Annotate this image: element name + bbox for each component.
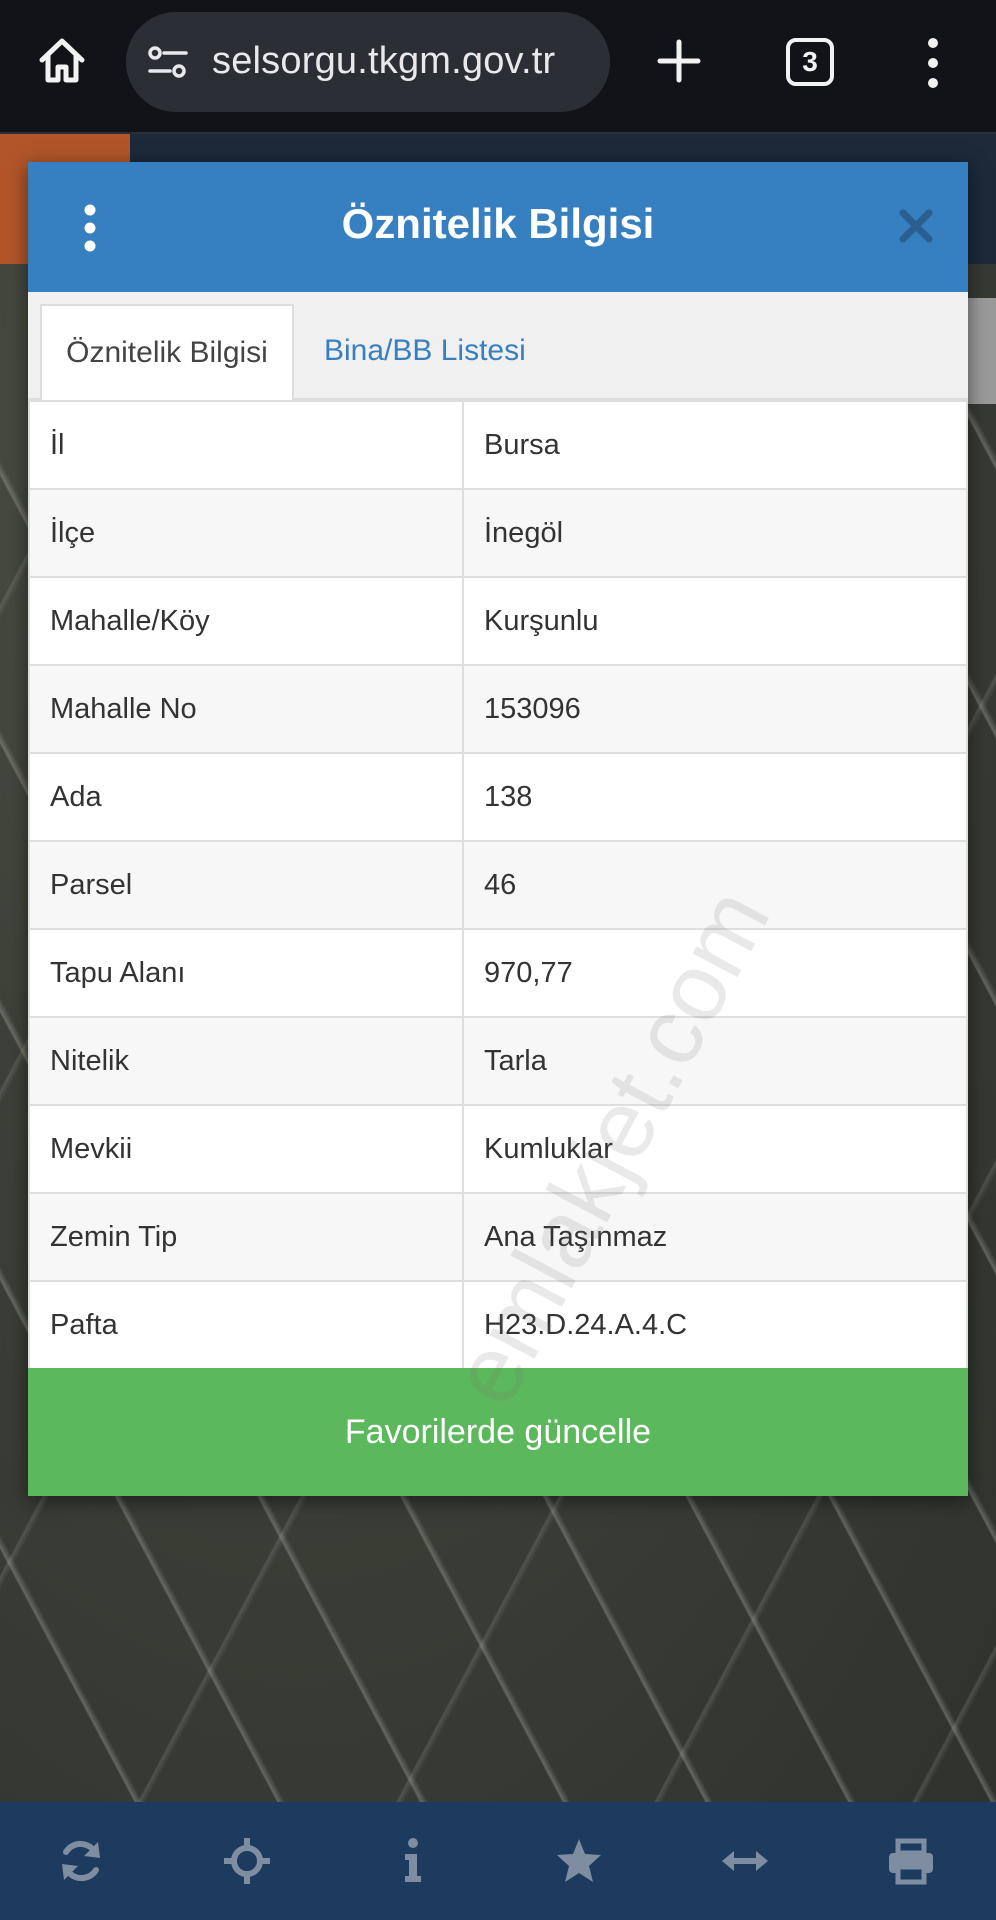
row-value: Tarla xyxy=(462,1016,968,1106)
row-key: Pafta xyxy=(28,1280,464,1370)
table-row: Parsel 46 xyxy=(28,840,968,930)
measure-icon[interactable] xyxy=(720,1836,770,1886)
table-row: Pafta H23.D.24.A.4.C xyxy=(28,1280,968,1370)
row-key: İl xyxy=(28,400,464,490)
table-row: İlçe İnegöl xyxy=(28,488,968,578)
home-icon[interactable] xyxy=(36,34,88,86)
browser-menu-icon[interactable] xyxy=(920,36,946,90)
table-row: Mevkii Kumluklar xyxy=(28,1104,968,1194)
row-key: Nitelik xyxy=(28,1016,464,1106)
star-icon[interactable] xyxy=(554,1836,604,1886)
side-panel-handle[interactable] xyxy=(966,298,996,404)
row-value: Bursa xyxy=(462,400,968,490)
row-key: Parsel xyxy=(28,840,464,930)
row-key: Tapu Alanı xyxy=(28,928,464,1018)
table-row: Ada 138 xyxy=(28,752,968,842)
tab-switcher-button[interactable]: 3 xyxy=(786,38,834,86)
table-row: Tapu Alanı 970,77 xyxy=(28,928,968,1018)
row-key: Zemin Tip xyxy=(28,1192,464,1282)
row-value: İnegöl xyxy=(462,488,968,578)
table-row: Mahalle/Köy Kurşunlu xyxy=(28,576,968,666)
map-toolbar xyxy=(0,1802,996,1920)
close-icon[interactable] xyxy=(898,208,934,244)
update-favorites-button[interactable]: Favorilerde güncelle xyxy=(28,1368,968,1496)
row-value: 153096 xyxy=(462,664,968,754)
row-value: Kurşunlu xyxy=(462,576,968,666)
tab-building-list[interactable]: Bina/BB Listesi xyxy=(302,304,548,402)
table-row: Nitelik Tarla xyxy=(28,1016,968,1106)
row-value: 138 xyxy=(462,752,968,842)
table-row: Zemin Tip Ana Taşınmaz xyxy=(28,1192,968,1282)
table-row: İl Bursa xyxy=(28,400,968,490)
row-value: Ana Taşınmaz xyxy=(462,1192,968,1282)
browser-toolbar: selsorgu.tkgm.gov.tr 3 xyxy=(0,0,996,134)
tab-attribute-info[interactable]: Öznitelik Bilgisi xyxy=(40,304,294,402)
refresh-icon[interactable] xyxy=(56,1836,106,1886)
dialog-header: Öznitelik Bilgisi xyxy=(28,162,968,292)
new-tab-icon[interactable] xyxy=(656,38,702,84)
row-value: Kumluklar xyxy=(462,1104,968,1194)
attribute-table: İl Bursa İlçe İnegöl Mahalle/Köy Kurşunl… xyxy=(28,400,968,1370)
table-row: Mahalle No 153096 xyxy=(28,664,968,754)
print-icon[interactable] xyxy=(886,1836,936,1886)
row-key: Mahalle No xyxy=(28,664,464,754)
row-value: 46 xyxy=(462,840,968,930)
row-key: İlçe xyxy=(28,488,464,578)
row-value: H23.D.24.A.4.C xyxy=(462,1280,968,1370)
row-key: Mevkii xyxy=(28,1104,464,1194)
dialog-title: Öznitelik Bilgisi xyxy=(341,200,655,247)
row-value: 970,77 xyxy=(462,928,968,1018)
locate-icon[interactable] xyxy=(222,1836,272,1886)
address-bar[interactable]: selsorgu.tkgm.gov.tr xyxy=(126,12,610,112)
dialog-tabs: Öznitelik Bilgisi Bina/BB Listesi xyxy=(28,292,968,402)
row-key: Mahalle/Köy xyxy=(28,576,464,666)
attribute-info-dialog: Öznitelik Bilgisi Öznitelik Bilgisi Bina… xyxy=(28,162,968,1496)
row-key: Ada xyxy=(28,752,464,842)
url-text[interactable]: selsorgu.tkgm.gov.tr xyxy=(212,40,555,83)
site-settings-icon[interactable] xyxy=(146,42,190,82)
info-icon[interactable] xyxy=(388,1836,438,1886)
